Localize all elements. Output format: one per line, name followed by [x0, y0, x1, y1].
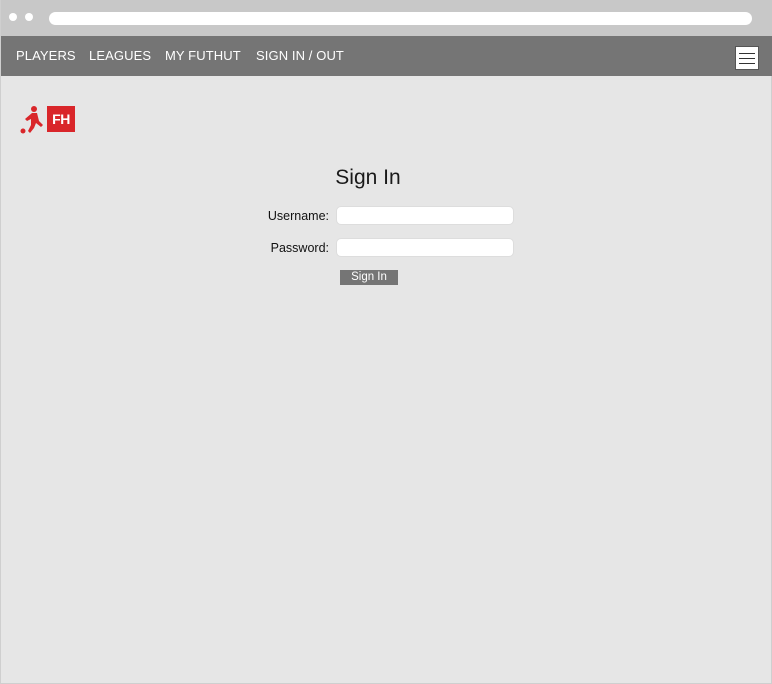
logo-badge: FH — [47, 106, 75, 132]
footballer-icon — [20, 106, 43, 134]
site-logo[interactable]: FH — [19, 104, 77, 142]
nav-link-leagues[interactable]: LEAGUES — [89, 48, 151, 63]
username-input[interactable] — [336, 206, 514, 225]
browser-window: PLAYERS LEAGUES MY FUTHUT SIGN IN / OUT … — [0, 0, 772, 684]
nav-link-my-futhut[interactable]: MY FUTHUT — [165, 48, 241, 63]
password-label: Password: — [270, 241, 329, 255]
password-input[interactable] — [336, 238, 514, 257]
username-label: Username: — [267, 209, 329, 223]
sign-in-button[interactable]: Sign In — [340, 270, 398, 285]
nav-link-players[interactable]: PLAYERS — [16, 48, 76, 63]
address-bar[interactable] — [49, 12, 752, 25]
top-navbar: PLAYERS LEAGUES MY FUTHUT SIGN IN / OUT — [1, 36, 772, 76]
browser-chrome — [1, 0, 772, 36]
window-control-dot[interactable] — [9, 13, 17, 21]
page-title: Sign In — [335, 166, 401, 189]
nav-link-sign-in-out[interactable]: SIGN IN / OUT — [256, 48, 344, 63]
hamburger-menu-icon[interactable] — [735, 46, 759, 70]
window-control-dot[interactable] — [25, 13, 33, 21]
